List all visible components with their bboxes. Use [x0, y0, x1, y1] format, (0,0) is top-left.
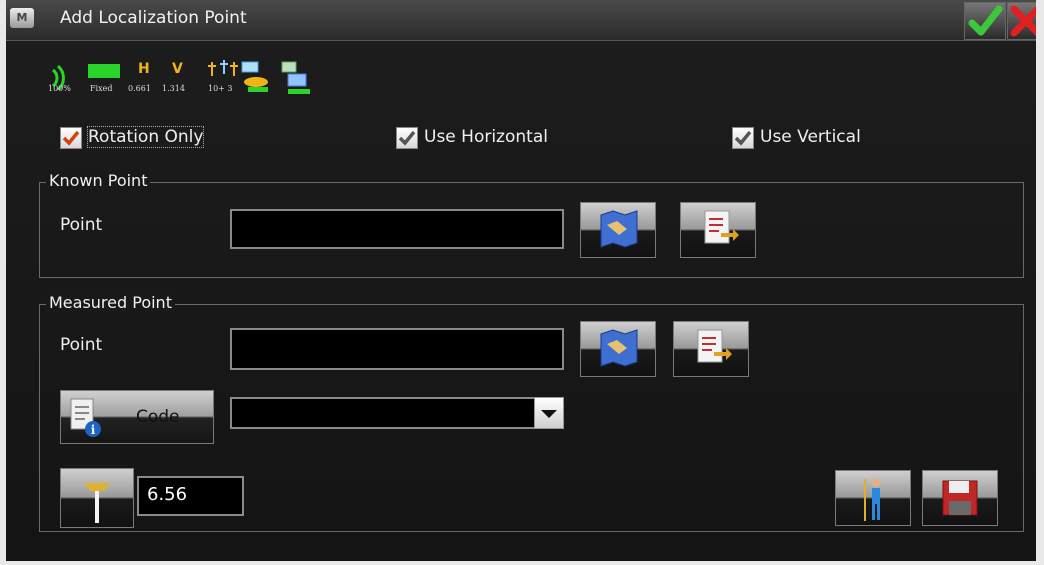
check-mark-icon	[62, 130, 80, 146]
satellite-count: 10+ 3	[208, 84, 233, 93]
use-horizontal-checkbox[interactable]: Use Horizontal	[396, 127, 566, 151]
v-label: V	[172, 61, 183, 77]
use-horizontal-label: Use Horizontal	[424, 127, 548, 147]
close-icon	[1010, 5, 1036, 37]
satellite-icon	[208, 60, 238, 76]
save-icon	[942, 480, 978, 516]
surveyor-icon	[864, 479, 880, 521]
rover-link-icon	[281, 61, 310, 94]
map-icon	[600, 329, 638, 367]
use-horizontal-checkbox-box[interactable]	[396, 127, 418, 149]
signal-percent: 100%	[48, 84, 71, 93]
known-point-list-button[interactable]	[680, 202, 756, 258]
ok-button[interactable]	[964, 2, 1006, 40]
map-icon	[600, 210, 638, 248]
rotation-only-label: Rotation Only	[86, 126, 205, 148]
cancel-button[interactable]	[1007, 2, 1036, 40]
point-list-icon	[697, 329, 732, 363]
measured-point-list-button[interactable]	[673, 321, 749, 377]
measured-point-label: Point	[60, 335, 103, 355]
antenna-height-button[interactable]	[60, 468, 134, 528]
rod-height-icon	[85, 483, 109, 523]
known-point-input[interactable]	[230, 209, 564, 249]
known-point-label: Point	[60, 215, 103, 235]
use-vertical-label: Use Vertical	[760, 127, 861, 147]
code-dropdown[interactable]	[230, 397, 564, 429]
measured-point-input[interactable]	[230, 328, 564, 370]
base-radio-icon	[241, 61, 268, 92]
chevron-down-icon	[541, 410, 557, 418]
measured-point-group: Measured Point Point i Code 6.56	[39, 293, 1024, 532]
antenna-height-input[interactable]: 6.56	[137, 476, 244, 516]
document-info-icon: i	[70, 398, 101, 437]
rotation-only-checkbox[interactable]: Rotation Only	[60, 126, 220, 151]
app-icon: M	[10, 8, 34, 28]
use-vertical-checkbox-box[interactable]	[732, 127, 754, 149]
use-vertical-checkbox[interactable]: Use Vertical	[732, 127, 882, 151]
h-precision: 0.661	[128, 84, 151, 93]
fix-status-bar	[88, 64, 120, 78]
code-button-label: Code	[136, 407, 180, 427]
save-button[interactable]	[922, 470, 998, 526]
gnss-status-bar[interactable]: 100% Fixed H 0.661 V 1.314 10+ 3	[38, 56, 338, 100]
measured-point-group-title: Measured Point	[46, 293, 175, 312]
measured-point-map-button[interactable]	[580, 321, 656, 377]
dropdown-toggle[interactable]	[534, 397, 564, 429]
known-point-map-button[interactable]	[580, 202, 656, 258]
check-mark-icon	[398, 130, 416, 146]
rotation-only-checkbox-box[interactable]	[60, 127, 82, 149]
v-precision: 1.314	[162, 84, 185, 93]
dialog-title: Add Localization Point	[60, 8, 247, 28]
check-mark-icon	[734, 130, 752, 146]
svg-text:i: i	[91, 423, 96, 437]
known-point-group: Known Point Point	[39, 171, 1024, 278]
h-label: H	[138, 61, 150, 77]
known-point-group-title: Known Point	[46, 171, 151, 190]
measure-button[interactable]	[835, 470, 911, 526]
code-button[interactable]: i Code	[60, 390, 214, 444]
dialog-window: M Add Localization Point 100% Fixed H 0.…	[6, 0, 1036, 561]
check-icon	[968, 5, 1003, 36]
fix-status-label: Fixed	[90, 84, 113, 93]
title-bar: M Add Localization Point	[6, 0, 1036, 41]
point-list-icon	[704, 210, 739, 244]
